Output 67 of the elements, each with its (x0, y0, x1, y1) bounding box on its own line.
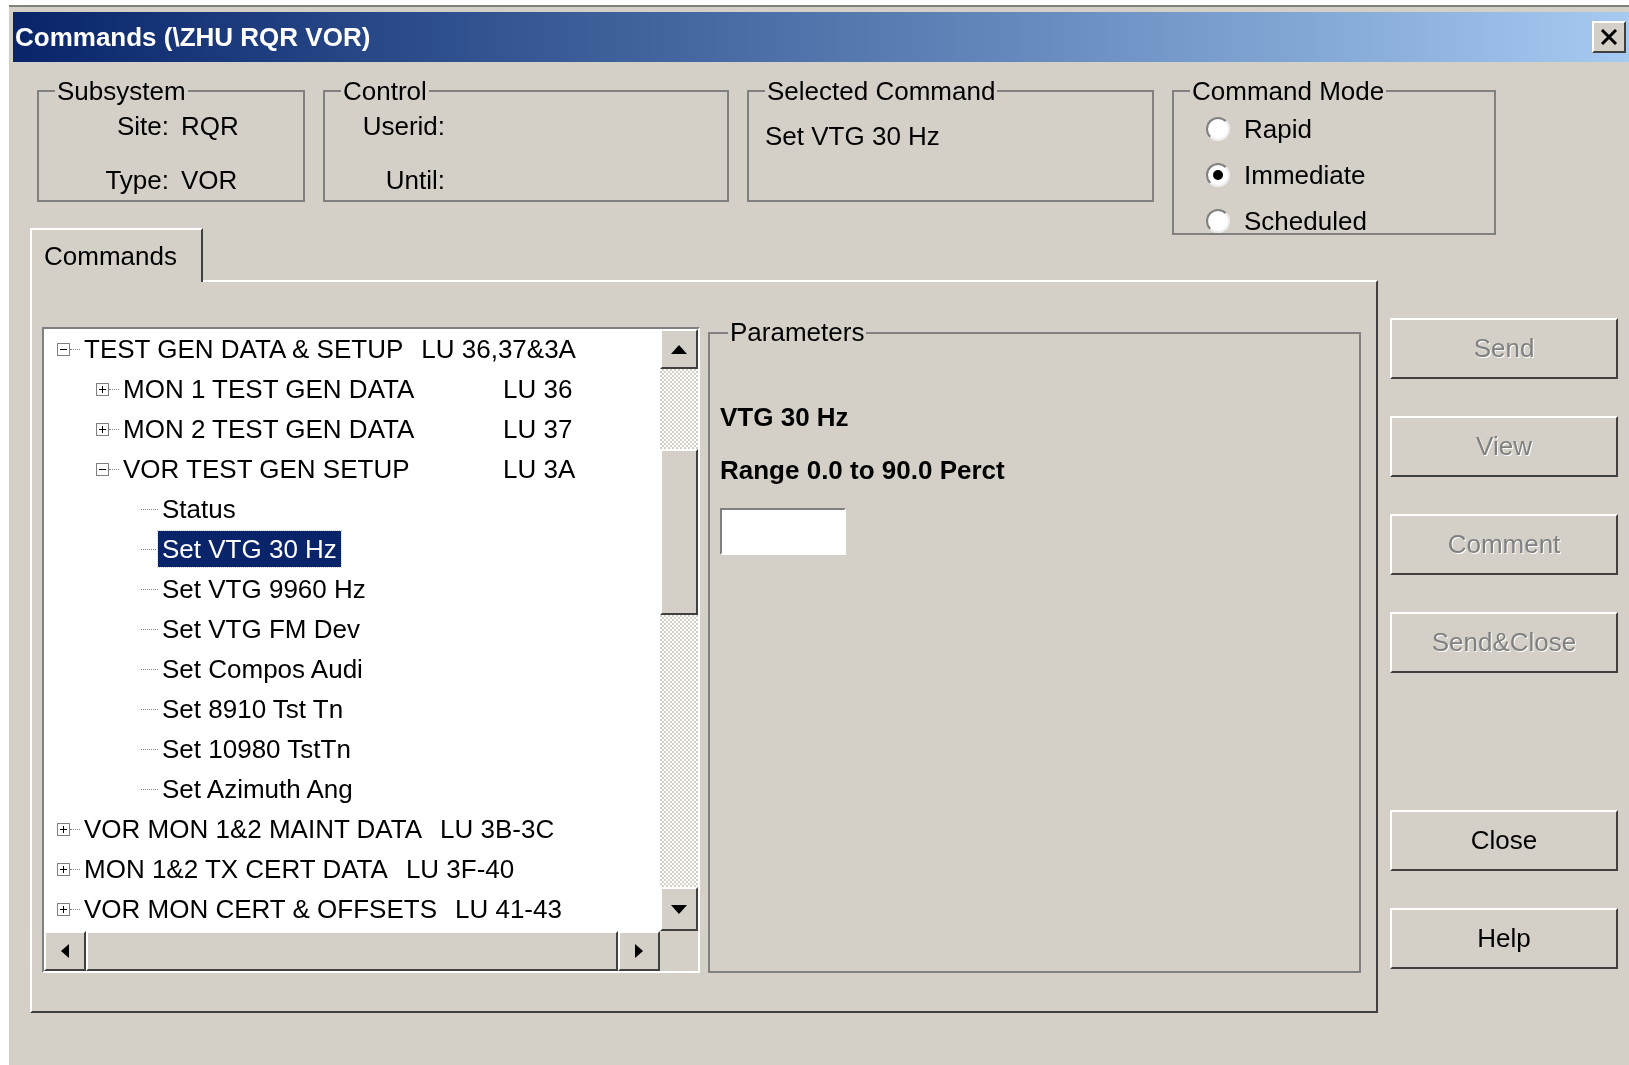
radio-option[interactable]: Immediate (1206, 159, 1486, 191)
scroll-up-button[interactable] (660, 329, 698, 369)
radio-button[interactable] (1206, 163, 1230, 187)
dialog-button[interactable]: Close (1390, 810, 1618, 871)
scroll-down-button[interactable] (660, 887, 698, 931)
tree-item[interactable]: Set Compos Audi (158, 651, 367, 687)
scroll-left-button[interactable] (44, 931, 86, 971)
field-value: RQR (181, 110, 240, 142)
tree-item[interactable]: VOR MON 1&2 MAINT DATA (80, 811, 427, 847)
scroll-thumb[interactable] (660, 449, 698, 615)
input-field[interactable] (720, 508, 846, 555)
tree-item[interactable]: TEST GEN DATA & SETUP (80, 331, 408, 367)
expand-icon[interactable] (57, 822, 70, 836)
tree-item[interactable]: Set VTG FM Dev (158, 611, 364, 647)
group-label: Parameters (729, 316, 866, 349)
tab[interactable]: Commands (30, 228, 203, 282)
unit-label: LU 36,37&3A (421, 332, 576, 366)
group-label: Selected Command (766, 77, 997, 105)
unit-label: LU 36 (503, 372, 573, 406)
radio-button[interactable] (1206, 209, 1230, 233)
radio-option[interactable]: Rapid (1206, 113, 1486, 145)
scroll-right-button[interactable] (618, 931, 660, 971)
radio-button[interactable] (1206, 117, 1230, 141)
selected-command-text: Set VTG 30 Hz (765, 120, 941, 152)
expand-icon[interactable] (57, 902, 70, 916)
expand-icon[interactable] (57, 862, 70, 876)
up-arrow-icon (671, 344, 687, 354)
field-label: Until: (385, 164, 445, 196)
close-icon (1600, 29, 1618, 45)
tree-item[interactable]: Set VTG 30 Hz (158, 531, 341, 567)
group-label: Control (342, 77, 428, 105)
tree-item[interactable]: VOR MON CERT & OFFSETS (80, 891, 441, 927)
field-value: VOR (181, 164, 239, 196)
tree-item[interactable]: VOR TEST GEN SETUP (119, 451, 414, 487)
close-button[interactable] (1592, 21, 1626, 53)
scroll-thumb[interactable] (86, 931, 618, 971)
unit-label: LU 3F-40 (405, 852, 515, 886)
tree-item[interactable]: Set 10980 TstTn (158, 731, 355, 767)
unit-label: LU 3B-3C (440, 812, 555, 846)
unit-label: LU 41-43 (454, 892, 562, 926)
tree-item[interactable]: Set 8910 Tst Tn (158, 691, 348, 727)
tree-item[interactable]: MON 1&2 TX CERT DATA (80, 851, 392, 887)
unit-label: LU 37 (503, 412, 573, 446)
field-label: Site: (115, 110, 169, 142)
collapse-icon[interactable] (57, 342, 70, 356)
expand-icon[interactable] (96, 382, 109, 396)
tree-item[interactable]: MON 2 TEST GEN DATA (119, 411, 419, 447)
window-title: Commands (\ZHU RQR VOR) (14, 20, 371, 54)
right-arrow-icon (635, 944, 643, 958)
field-label: Type: (104, 164, 169, 196)
dialog-button[interactable]: Help (1390, 908, 1618, 969)
tree-item[interactable]: Status (158, 491, 240, 527)
parameter-range: Range 0.0 to 90.0 Perct (720, 454, 1006, 487)
field-label: Userid: (362, 110, 445, 142)
unit-label: LU 3A (503, 452, 576, 486)
parameter-name: VTG 30 Hz (720, 401, 850, 434)
down-arrow-icon (671, 904, 687, 914)
tree-item[interactable]: Set Azimuth Ang (158, 771, 357, 807)
left-arrow-icon (61, 944, 69, 958)
scrollbar-corner (660, 931, 698, 971)
tree-item[interactable]: Set VTG 9960 Hz (158, 571, 370, 607)
tree-item[interactable]: MON 1 TEST GEN DATA (119, 371, 419, 407)
group-label: Command Mode (1191, 77, 1386, 105)
collapse-icon[interactable] (96, 462, 109, 476)
radio-option[interactable]: Scheduled (1206, 205, 1486, 237)
expand-icon[interactable] (96, 422, 109, 436)
group-label: Subsystem (56, 77, 187, 105)
